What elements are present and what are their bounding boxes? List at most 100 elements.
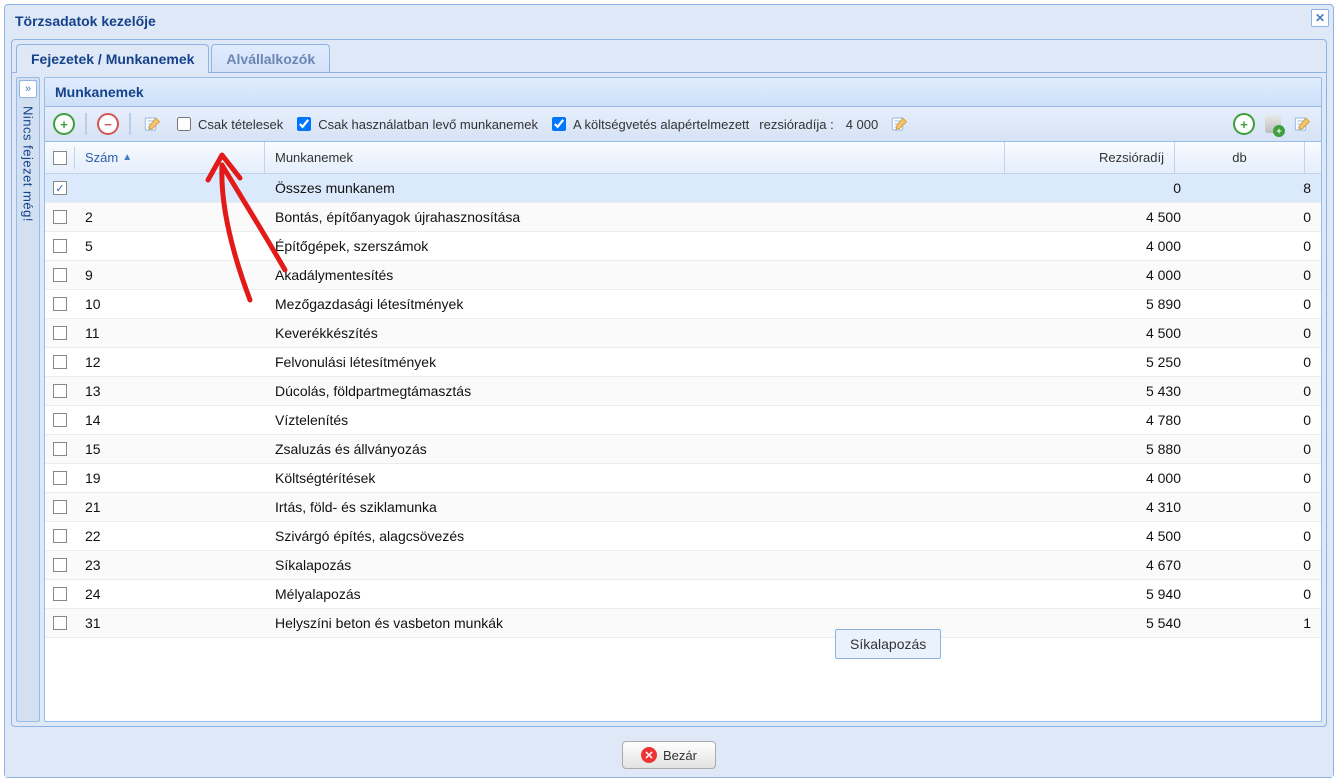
sidebar-expand-button[interactable]: »: [19, 80, 37, 98]
row-checkbox-cell[interactable]: [45, 467, 75, 489]
cell-munkanem: Mezőgazdasági létesítmények: [265, 290, 1021, 318]
header-checkbox-cell[interactable]: [45, 147, 75, 169]
close-button-label: Bezár: [663, 748, 697, 763]
delete-button[interactable]: −: [97, 113, 119, 135]
checkbox-csak-hasznalatban[interactable]: Csak használatban levő munkanemek: [293, 114, 538, 134]
cell-db: 8: [1191, 174, 1321, 202]
cell-rezsioradij: 4 000: [1021, 464, 1191, 492]
row-checkbox[interactable]: [53, 297, 67, 311]
row-checkbox[interactable]: [53, 616, 67, 630]
edit-right-button[interactable]: [1291, 113, 1313, 135]
table-row[interactable]: 12Felvonulási létesítmények5 2500: [45, 348, 1321, 377]
table-row[interactable]: 24Mélyalapozás5 9400: [45, 580, 1321, 609]
cell-szam: 12: [75, 348, 265, 376]
cell-munkanem: Szivárgó építés, alagcsövezés: [265, 522, 1021, 550]
separator: [85, 113, 87, 135]
window-title: Törzsadatok kezelője: [5, 5, 1333, 39]
db-add-button[interactable]: +: [1265, 115, 1281, 133]
checkbox-label: A költségvetés alapértelmezett: [573, 117, 749, 132]
cell-db: 0: [1191, 232, 1321, 260]
row-checkbox-cell[interactable]: [45, 583, 75, 605]
cell-rezsioradij: 5 890: [1021, 290, 1191, 318]
close-dialog-button[interactable]: ✕ Bezár: [622, 741, 716, 769]
plus-icon: +: [60, 117, 68, 132]
cell-rezsioradij: 4 670: [1021, 551, 1191, 579]
add-right-button[interactable]: +: [1233, 113, 1255, 135]
table-row[interactable]: 10Mezőgazdasági létesítmények5 8900: [45, 290, 1321, 319]
row-checkbox-cell[interactable]: [45, 438, 75, 460]
cell-szam: 19: [75, 464, 265, 492]
column-header-szam[interactable]: Szám ▲: [75, 142, 265, 173]
cell-munkanem: Irtás, föld- és sziklamunka: [265, 493, 1021, 521]
row-checkbox[interactable]: [53, 587, 67, 601]
edit-rezsi-button[interactable]: [888, 113, 910, 135]
row-checkbox-cell[interactable]: [45, 409, 75, 431]
cell-rezsioradij: 4 000: [1021, 232, 1191, 260]
column-header-munkanemek[interactable]: Munkanemek: [265, 142, 1005, 173]
toolbar: + − Csak tételesek Csak használatban lev…: [45, 107, 1321, 142]
table-row[interactable]: 15Zsaluzás és állványozás5 8800: [45, 435, 1321, 464]
close-circle-icon: ✕: [641, 747, 657, 763]
table-row[interactable]: 23Síkalapozás4 6700: [45, 551, 1321, 580]
cell-rezsioradij: 0: [1021, 174, 1191, 202]
row-checkbox-cell[interactable]: [45, 235, 75, 257]
checkbox-csak-tetelesek[interactable]: Csak tételesek: [173, 114, 283, 134]
row-checkbox-cell[interactable]: [45, 612, 75, 634]
row-checkbox[interactable]: [53, 384, 67, 398]
row-checkbox-cell[interactable]: [45, 554, 75, 576]
row-checkbox[interactable]: [53, 529, 67, 543]
table-row[interactable]: 9Akadálymentesítés4 0000: [45, 261, 1321, 290]
row-checkbox[interactable]: [53, 558, 67, 572]
dialog-footer: ✕ Bezár: [5, 733, 1333, 777]
row-checkbox-cell[interactable]: [45, 380, 75, 402]
column-header-rezsioradij[interactable]: Rezsióradíj: [1005, 142, 1175, 173]
row-checkbox[interactable]: [53, 239, 67, 253]
row-checkbox-cell[interactable]: [45, 264, 75, 286]
cell-db: 0: [1191, 522, 1321, 550]
table-row[interactable]: 31Helyszíni beton és vasbeton munkák5 54…: [45, 609, 1321, 638]
cell-db: 0: [1191, 435, 1321, 463]
grid-body[interactable]: ✓Összes munkanem082Bontás, építőanyagok …: [45, 174, 1321, 721]
checkbox-koltsegvetes[interactable]: A költségvetés alapértelmezett: [548, 114, 749, 134]
row-checkbox-cell[interactable]: [45, 525, 75, 547]
column-header-db[interactable]: db: [1175, 142, 1305, 173]
table-row[interactable]: 11Keverékkészítés4 5000: [45, 319, 1321, 348]
row-checkbox[interactable]: [53, 471, 67, 485]
cell-munkanem: Dúcolás, földpartmegtámasztás: [265, 377, 1021, 405]
cell-rezsioradij: 4 780: [1021, 406, 1191, 434]
table-row[interactable]: ✓Összes munkanem08: [45, 174, 1321, 203]
row-checkbox[interactable]: [53, 500, 67, 514]
row-checkbox-cell[interactable]: [45, 351, 75, 373]
row-checkbox-cell[interactable]: [45, 496, 75, 518]
table-row[interactable]: 21Irtás, föld- és sziklamunka4 3100: [45, 493, 1321, 522]
row-checkbox[interactable]: [53, 210, 67, 224]
table-row[interactable]: 5Építőgépek, szerszámok4 0000: [45, 232, 1321, 261]
cell-munkanem: Felvonulási létesítmények: [265, 348, 1021, 376]
window-close-button[interactable]: ✕: [1311, 9, 1329, 27]
checkbox-input[interactable]: [177, 117, 191, 131]
table-row[interactable]: 13Dúcolás, földpartmegtámasztás5 4300: [45, 377, 1321, 406]
table-row[interactable]: 14Víztelenítés4 7800: [45, 406, 1321, 435]
row-checkbox[interactable]: [53, 268, 67, 282]
edit-button[interactable]: [141, 113, 163, 135]
table-row[interactable]: 19Költségtérítések4 0000: [45, 464, 1321, 493]
row-checkbox[interactable]: [53, 442, 67, 456]
cell-db: 0: [1191, 290, 1321, 318]
add-button[interactable]: +: [53, 113, 75, 135]
checkbox-input[interactable]: [552, 117, 566, 131]
row-checkbox-cell[interactable]: [45, 293, 75, 315]
row-checkbox-cell[interactable]: [45, 206, 75, 228]
row-checkbox[interactable]: [53, 355, 67, 369]
row-checkbox-cell[interactable]: ✓: [45, 177, 75, 199]
row-checkbox-cell[interactable]: [45, 322, 75, 344]
row-checkbox[interactable]: ✓: [53, 181, 67, 195]
tab-alvallalkozok[interactable]: Alvállalkozók: [211, 44, 330, 73]
table-row[interactable]: 2Bontás, építőanyagok újrahasznosítása4 …: [45, 203, 1321, 232]
cell-rezsioradij: 4 000: [1021, 261, 1191, 289]
row-checkbox[interactable]: [53, 326, 67, 340]
row-checkbox[interactable]: [53, 413, 67, 427]
table-row[interactable]: 22Szivárgó építés, alagcsövezés4 5000: [45, 522, 1321, 551]
header-checkbox[interactable]: [53, 151, 67, 165]
checkbox-input[interactable]: [297, 117, 311, 131]
tab-fejezetek-munkanemek[interactable]: Fejezetek / Munkanemek: [16, 44, 209, 73]
